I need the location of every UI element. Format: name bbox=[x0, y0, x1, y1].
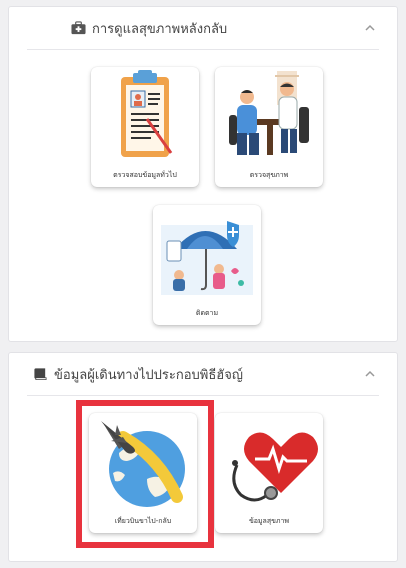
section-header[interactable]: การดูแลสุขภาพหลังกลับ bbox=[27, 7, 379, 50]
card-follow-up[interactable]: ติดตาม bbox=[153, 205, 261, 325]
section-header[interactable]: ข้อมูลผู้เดินทางไปประกอบพิธีฮัจญ์ bbox=[27, 353, 379, 396]
card-health-data[interactable]: ข้อมูลสุขภาพ bbox=[215, 413, 323, 533]
clipboard-profile-icon bbox=[121, 70, 173, 157]
card-health-check[interactable]: ตรวจสุขภาพ bbox=[215, 67, 323, 187]
doctor-checkup-icon bbox=[229, 71, 309, 155]
umbrella-protection-icon bbox=[161, 221, 253, 295]
card-label: ติดตาม bbox=[195, 309, 219, 317]
card-label: ตรวจสุขภาพ bbox=[249, 171, 289, 179]
chevron-up-icon[interactable] bbox=[363, 367, 377, 381]
section-health-care: การดูแลสุขภาพหลังกลับ ตรวจสอบข้อมูลทั่วไ… bbox=[8, 6, 398, 342]
card-label: ตรวจสอบข้อมูลทั่วไป bbox=[113, 171, 177, 179]
chevron-up-icon[interactable] bbox=[363, 21, 377, 35]
section-title: ข้อมูลผู้เดินทางไปประกอบพิธีฮัจญ์ bbox=[54, 367, 243, 383]
book-icon bbox=[34, 368, 47, 380]
heart-stethoscope-icon bbox=[232, 432, 318, 502]
section-title: การดูแลสุขภาพหลังกลับ bbox=[92, 21, 228, 37]
medical-kit-icon bbox=[71, 21, 86, 35]
card-general-info[interactable]: ตรวจสอบข้อมูลทั่วไป bbox=[91, 67, 199, 187]
highlight-box bbox=[76, 400, 214, 548]
card-label: ข้อมูลสุขภาพ bbox=[248, 517, 290, 525]
